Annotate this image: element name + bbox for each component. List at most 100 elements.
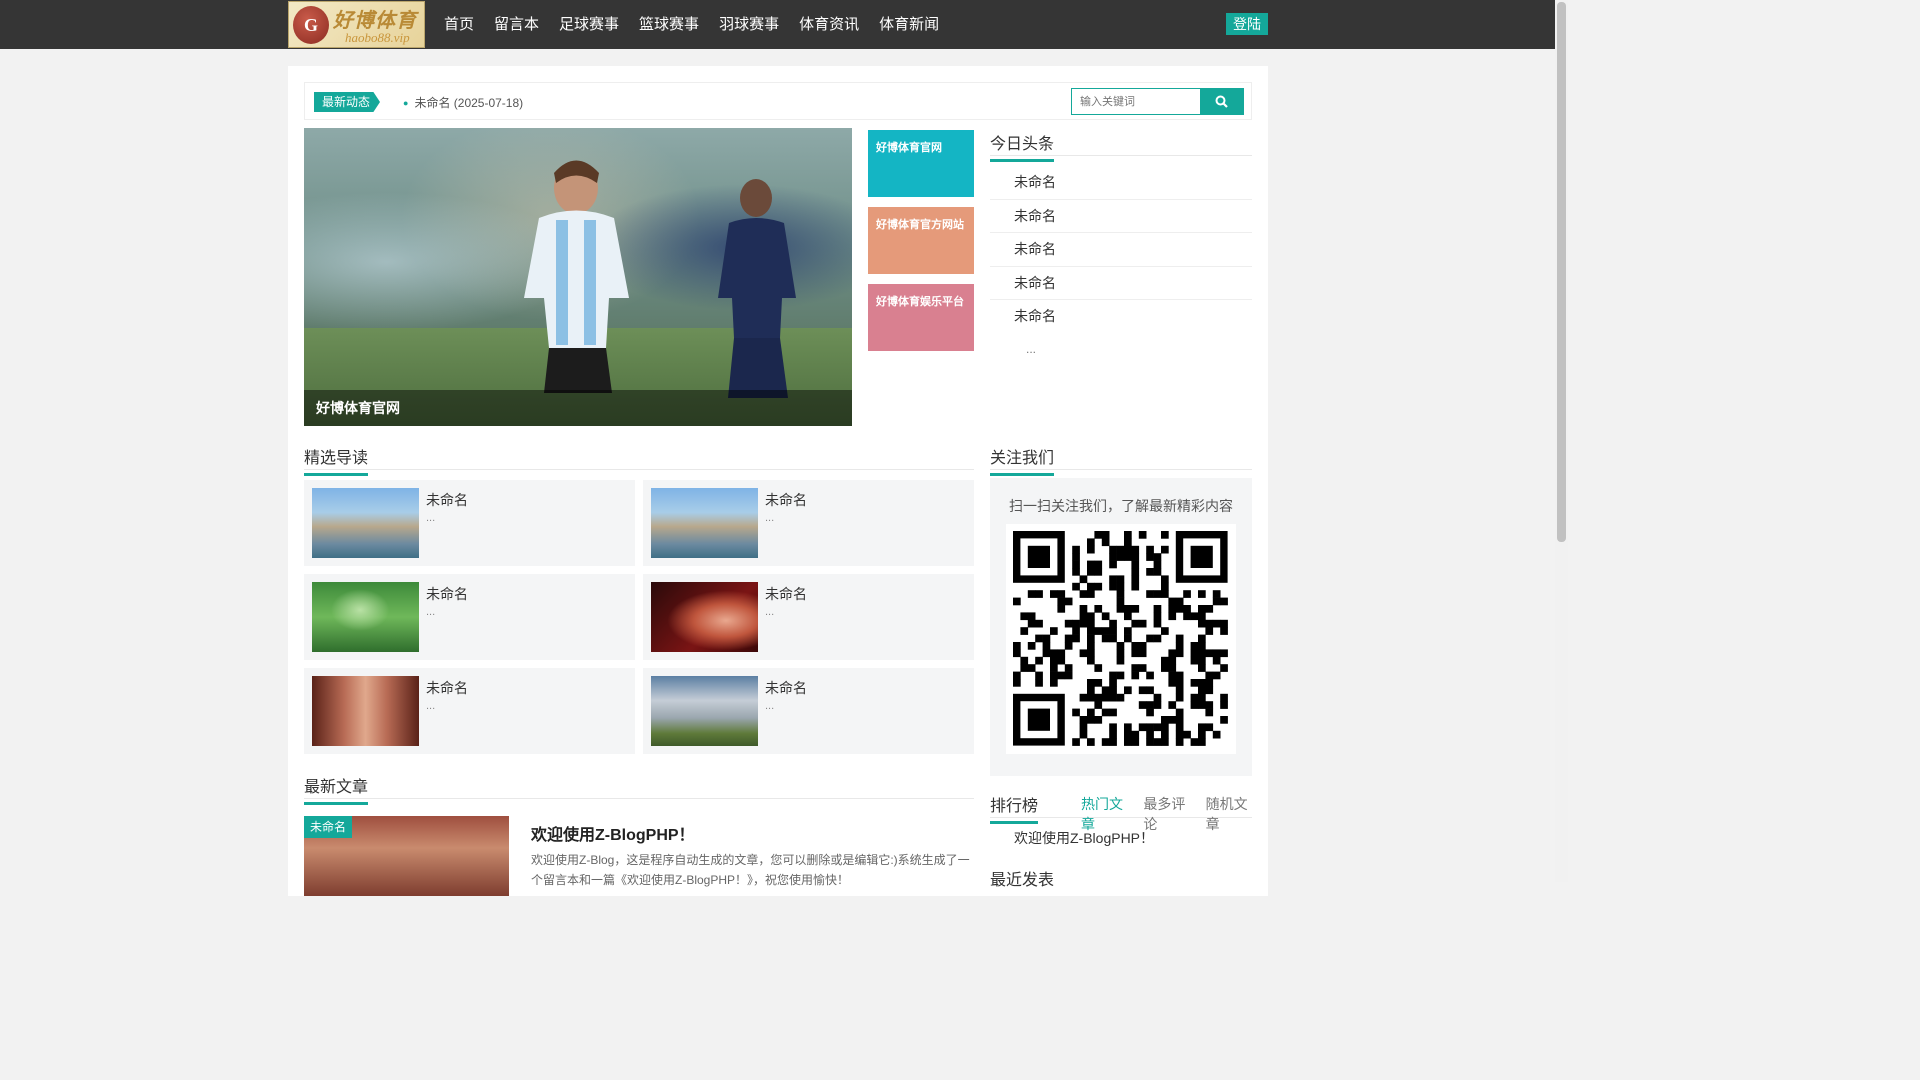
ticker-item[interactable]: 未命名 (2025-07-18) (403, 94, 523, 111)
headline-item[interactable]: 未命名 (990, 267, 1252, 300)
nav-item-sports-info[interactable]: 体育资讯 (789, 0, 869, 49)
qr-module (1138, 664, 1147, 672)
nav-item-sports-news[interactable]: 体育新闻 (869, 0, 949, 49)
latest-articles-title: 最新文章 (304, 773, 369, 805)
qr-module (1168, 716, 1177, 724)
qr-module (1153, 738, 1162, 746)
featured-item-desc: ... (765, 606, 775, 618)
site-logo[interactable]: G 好博体育 haobo88.vip (288, 1, 425, 48)
featured-thumb-image (651, 676, 758, 746)
qr-module (1101, 538, 1110, 547)
qr-module (1212, 619, 1221, 628)
nav-item-basketball[interactable]: 篮球赛事 (629, 0, 709, 49)
qr-module (1190, 642, 1199, 650)
qr-module (1175, 738, 1184, 746)
qr-module (1064, 619, 1073, 628)
qr-module (1161, 590, 1169, 598)
promo-official-website[interactable]: 好博体育官方网站 (868, 207, 974, 274)
follow-us-title: 关注我们 (990, 444, 1055, 476)
featured-item[interactable]: 未命名 ... (304, 574, 635, 660)
qr-module (1131, 664, 1140, 672)
search-button[interactable] (1200, 88, 1244, 115)
login-button[interactable]: 登陆 (1226, 13, 1268, 35)
qr-module (1072, 738, 1080, 746)
ranking-item[interactable]: 欢迎使用Z-BlogPHP！ (1014, 828, 1154, 848)
promo-entertainment-platform[interactable]: 好博体育娱乐平台 (868, 284, 974, 351)
nav-item-guestbook[interactable]: 留言本 (484, 0, 549, 49)
featured-item[interactable]: 未命名 ... (304, 668, 635, 754)
nav-item-badminton[interactable]: 羽球赛事 (709, 0, 789, 49)
qr-module (1109, 738, 1117, 746)
page-scrollbar[interactable] (1555, 0, 1568, 882)
qr-module (1079, 649, 1088, 658)
headline-item[interactable]: 未命名 (990, 166, 1252, 200)
tab-random-articles[interactable]: 随机文章 (1206, 794, 1261, 834)
qr-module (1138, 531, 1147, 539)
qr-module (1057, 590, 1066, 598)
nav-item-home[interactable]: 首页 (434, 0, 484, 49)
qr-module (1057, 605, 1066, 613)
featured-item-title[interactable]: 未命名 (426, 584, 468, 604)
qr-module (1109, 560, 1117, 569)
featured-item-desc: ... (426, 700, 436, 712)
qr-module (1175, 716, 1184, 724)
featured-item-title[interactable]: 未命名 (426, 490, 468, 510)
qr-module (1205, 708, 1214, 717)
qr-module (1198, 723, 1206, 732)
qr-module (1161, 627, 1169, 635)
featured-item-desc: ... (426, 606, 436, 618)
qr-module (1035, 590, 1043, 598)
featured-item-title[interactable]: 未命名 (765, 490, 807, 510)
qr-module (1035, 619, 1043, 628)
qr-module (1153, 605, 1162, 613)
headline-item[interactable]: 未命名 (990, 233, 1252, 267)
headline-item[interactable]: 未命名 (990, 200, 1252, 233)
featured-item-title[interactable]: 未命名 (765, 678, 807, 698)
featured-item[interactable]: 未命名 ... (643, 480, 974, 566)
qr-module (1072, 619, 1080, 628)
qr-module (1109, 553, 1117, 561)
post-title[interactable]: 欢迎使用Z-BlogPHP！ (531, 821, 695, 845)
featured-item-title[interactable]: 未命名 (426, 678, 468, 698)
featured-title: 精选导读 (304, 444, 369, 476)
nav-item-football[interactable]: 足球赛事 (549, 0, 629, 49)
qr-module (1109, 693, 1117, 702)
featured-item[interactable]: 未命名 ... (643, 574, 974, 660)
featured-item[interactable]: 未命名 ... (304, 480, 635, 566)
qr-module (1131, 642, 1140, 650)
scrollbar-thumb[interactable] (1557, 2, 1566, 542)
featured-item[interactable]: 未命名 ... (643, 668, 974, 754)
qr-module (1020, 656, 1029, 665)
promo-official-site[interactable]: 好博体育官网 (868, 130, 974, 197)
featured-item-title[interactable]: 未命名 (765, 584, 807, 604)
hero-caption[interactable]: 好博体育官网 (304, 390, 852, 426)
qr-module (1057, 656, 1066, 665)
qr-module (1198, 612, 1206, 621)
qr-module (1050, 671, 1058, 680)
ranking-title: 排行榜 (990, 792, 1039, 824)
search-input[interactable] (1071, 88, 1201, 115)
qr-module (1183, 730, 1191, 739)
qr-module (1124, 723, 1132, 732)
qr-module (1153, 553, 1162, 561)
qr-module (1220, 664, 1228, 672)
qr-module (1094, 693, 1103, 702)
qr-module (1116, 693, 1125, 702)
qr-module (1138, 642, 1147, 650)
qr-module (1190, 612, 1199, 621)
qr-module (1116, 597, 1125, 606)
qr-module (1190, 656, 1199, 665)
qr-module (1124, 612, 1132, 621)
qr-module (1205, 723, 1214, 732)
headline-item[interactable]: 未命名 (990, 300, 1252, 334)
post-thumb-image[interactable]: 未命名 (304, 816, 509, 896)
qr-module (1027, 664, 1036, 672)
qr-module (1146, 568, 1154, 576)
hero-slider[interactable]: 好博体育官网 (304, 128, 852, 426)
qr-module (1161, 723, 1169, 732)
qr-module (1198, 730, 1206, 739)
post-category-tag[interactable]: 未命名 (304, 816, 353, 838)
qr-module (1131, 560, 1140, 569)
qr-module (1072, 708, 1080, 717)
qr-module (1146, 730, 1154, 739)
